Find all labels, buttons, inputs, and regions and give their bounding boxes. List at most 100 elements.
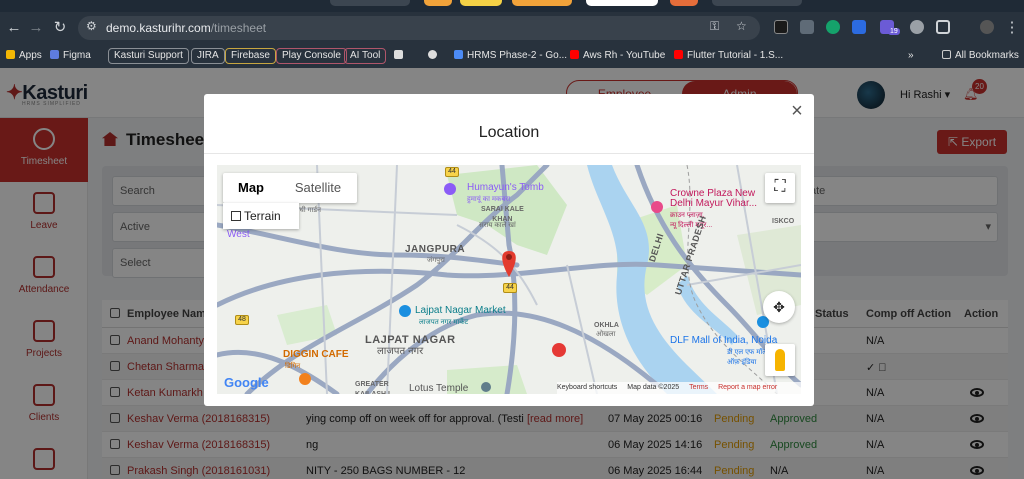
modal-divider bbox=[204, 153, 814, 154]
extensions-puzzle-icon[interactable] bbox=[936, 20, 950, 34]
grammarly-extension-icon[interactable] bbox=[826, 20, 840, 34]
bookmark-label: AI Tool bbox=[350, 50, 381, 61]
reload-icon[interactable]: ↻ bbox=[50, 18, 70, 38]
extension-icon[interactable] bbox=[852, 20, 866, 34]
keyboard-shortcuts-link[interactable]: Keyboard shortcuts bbox=[557, 384, 617, 391]
map-label-crowne-plaza[interactable]: Crowne Plaza New Delhi Mayur Vihar... bbox=[670, 189, 757, 209]
map-label-lajpat-market[interactable]: Lajpat Nagar Market bbox=[415, 306, 506, 316]
terrain-checkbox[interactable]: Terrain bbox=[223, 203, 299, 229]
bookmark-figma[interactable]: Figma bbox=[46, 48, 95, 64]
camera-control-icon[interactable]: ✥ bbox=[763, 291, 795, 323]
map-label-dlf-mall[interactable]: DLF Mall of India, Noida bbox=[670, 336, 777, 346]
bookmark-label: JIRA bbox=[197, 50, 219, 61]
bookmark-globe[interactable] bbox=[424, 48, 445, 64]
location-modal: Location × West Humayun's Tomb हुमायूं क… bbox=[204, 94, 814, 406]
google-logo: Google bbox=[224, 375, 269, 390]
pegman-icon[interactable] bbox=[765, 344, 795, 376]
browser-tab[interactable] bbox=[424, 0, 452, 6]
bookmark-label: All Bookmarks bbox=[955, 50, 1019, 61]
map-label-humayuns-tomb-hi: हुमायूं का मकबरा bbox=[467, 196, 511, 203]
bookmark-hrms[interactable]: HRMS Phase-2 - Go... bbox=[450, 48, 571, 64]
map-label-diggin-cafe[interactable]: DIGGIN CAFE bbox=[283, 350, 349, 360]
figma-icon bbox=[50, 50, 59, 59]
url-text: demo.kasturihr.com/timesheet bbox=[106, 21, 266, 35]
map-label-jangpura-hi: जंगपुरा bbox=[427, 257, 445, 264]
report-map-error-link[interactable]: Report a map error bbox=[718, 384, 777, 391]
youtube-icon bbox=[674, 50, 683, 59]
browser-tab[interactable] bbox=[460, 0, 502, 6]
browser-tab[interactable] bbox=[586, 0, 658, 6]
bookmark-kasturi-support[interactable]: Kasturi Support bbox=[108, 48, 189, 64]
bookmark-jira[interactable]: JIRA bbox=[191, 48, 225, 64]
modal-title: Location bbox=[478, 124, 540, 141]
browser-tab-strip bbox=[0, 0, 1024, 12]
bookmark-star-icon[interactable]: ☆ bbox=[736, 19, 747, 33]
bookmark-apps[interactable]: Apps bbox=[2, 48, 46, 64]
bookmark-label: Kasturi Support bbox=[114, 50, 183, 61]
map-label-lajpat-nagar: LAJPAT NAGAR bbox=[365, 334, 456, 346]
bookmarks-bar: Apps Figma Kasturi Support JIRA Firebase… bbox=[0, 44, 1024, 68]
google-map[interactable]: West Humayun's Tomb हुमायूं का मकबरा लोध… bbox=[217, 165, 801, 394]
map-label-jangpura: JANGPURA bbox=[405, 244, 466, 255]
browser-tab[interactable] bbox=[330, 0, 410, 6]
route-44-shield: 44 bbox=[503, 283, 517, 293]
forward-icon[interactable]: → bbox=[26, 18, 46, 38]
route-48-shield: 48 bbox=[235, 315, 249, 325]
bookmark-label: Apps bbox=[19, 50, 42, 61]
map-type-satellite-button[interactable]: Satellite bbox=[279, 173, 357, 203]
bookmark-label: Play Console bbox=[282, 50, 341, 61]
map-type-control: Map Satellite bbox=[223, 173, 357, 203]
pegman-figure bbox=[775, 349, 785, 371]
map-label-lotus-temple[interactable]: Lotus Temple bbox=[409, 384, 468, 394]
map-data-credit: Map data ©2025 bbox=[627, 384, 680, 391]
youtube-icon bbox=[570, 50, 579, 59]
bookmark-ai-tool[interactable]: AI Tool bbox=[344, 48, 387, 64]
address-bar[interactable]: ⚙ demo.kasturihr.com/timesheet ⚿ ☆ bbox=[78, 16, 760, 40]
bookmark-firebase[interactable]: Firebase bbox=[225, 48, 276, 64]
profile-avatar-icon[interactable] bbox=[980, 20, 994, 34]
checkbox-icon bbox=[231, 211, 241, 221]
map-label-dlf-mall-hi: डी एल एफ मॉल ऑफ़ इंडिया bbox=[727, 349, 768, 366]
terms-link[interactable]: Terms bbox=[689, 384, 708, 391]
browser-tab[interactable] bbox=[712, 0, 802, 6]
pen-extension-icon[interactable] bbox=[774, 20, 788, 34]
map-footer: Keyboard shortcuts Map data ©2025 Terms … bbox=[557, 382, 801, 394]
browser-tab[interactable] bbox=[670, 0, 698, 6]
map-label-west: West bbox=[227, 229, 250, 240]
folder-icon bbox=[942, 50, 951, 59]
map-label-sarai-kale-khan-hi: सराय काले खां bbox=[479, 222, 516, 229]
map-label-humayuns-tomb[interactable]: Humayun's Tomb bbox=[467, 183, 544, 193]
browser-tab[interactable] bbox=[512, 0, 572, 6]
bookmark-grid[interactable] bbox=[390, 48, 411, 64]
map-label-lajpat-market-hi: लाजपत नगर मार्केट bbox=[419, 319, 469, 326]
close-icon[interactable]: × bbox=[788, 101, 806, 121]
back-icon[interactable]: ← bbox=[4, 18, 24, 38]
bookmark-all[interactable]: All Bookmarks bbox=[938, 48, 1023, 64]
apps-grid-icon bbox=[6, 50, 15, 59]
map-label-lajpat-nagar-hi: लाजपत नगर bbox=[377, 346, 424, 357]
password-key-icon[interactable]: ⚿ bbox=[710, 19, 719, 34]
bookmark-play-console[interactable]: Play Console bbox=[276, 48, 347, 64]
camera-extension-icon[interactable] bbox=[800, 20, 814, 34]
extension-badge-count: 19 bbox=[888, 28, 900, 35]
url-path: /timesheet bbox=[210, 21, 267, 35]
globe-extension-icon[interactable] bbox=[910, 20, 924, 34]
map-label-greater-kailash: GREATER KAILASH I bbox=[355, 381, 390, 394]
map-type-map-button[interactable]: Map bbox=[223, 173, 279, 203]
bookmark-aws-youtube[interactable]: Aws Rh - YouTube bbox=[566, 48, 669, 64]
globe-icon bbox=[428, 50, 437, 59]
bookmark-label: Figma bbox=[63, 50, 91, 61]
url-host: demo.kasturihr.com bbox=[106, 21, 211, 35]
bookmark-label: Flutter Tutorial - 1.S... bbox=[687, 50, 784, 61]
bookmarks-overflow[interactable]: » bbox=[904, 48, 918, 64]
google-logo-text: Google bbox=[224, 375, 269, 390]
bookmark-flutter[interactable]: Flutter Tutorial - 1.S... bbox=[670, 48, 787, 64]
map-label-okhla-hi: ओखला bbox=[596, 331, 616, 338]
bookmark-label: HRMS Phase-2 - Go... bbox=[467, 50, 568, 61]
bookmark-label: Aws Rh - YouTube bbox=[583, 50, 666, 61]
fullscreen-icon[interactable]: ⛶ bbox=[765, 173, 795, 203]
site-info-icon[interactable]: ⚙ bbox=[86, 19, 97, 33]
bookmark-label: Firebase bbox=[231, 50, 270, 61]
route-44-shield: 44 bbox=[445, 167, 459, 177]
browser-menu-icon[interactable]: ⋮ bbox=[1002, 18, 1022, 38]
